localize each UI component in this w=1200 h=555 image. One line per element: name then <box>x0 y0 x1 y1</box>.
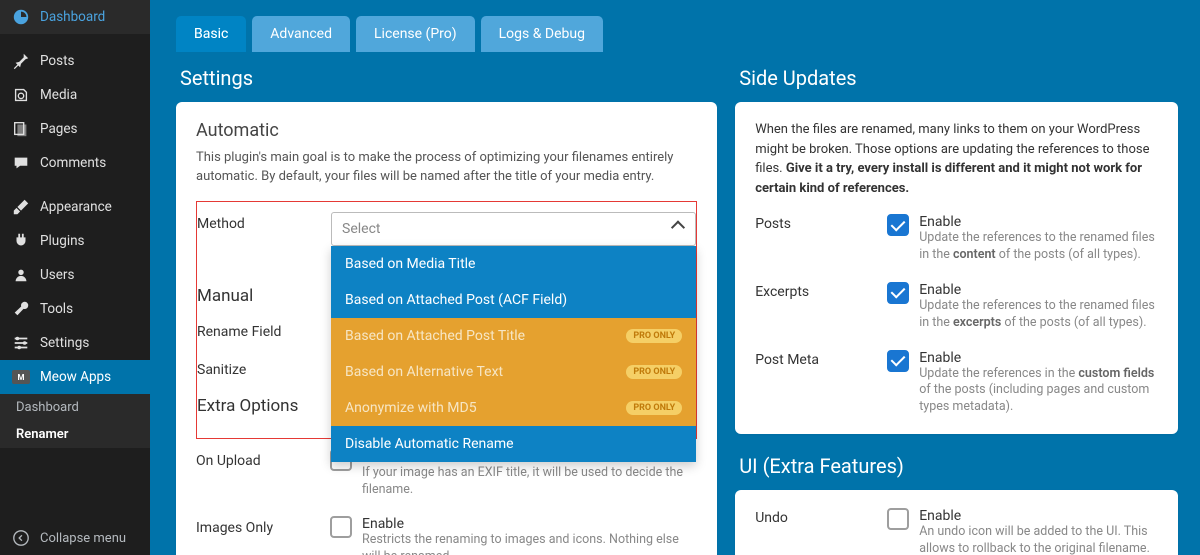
meow-icon: M <box>12 368 30 386</box>
sidebar-item-label: Meow Apps <box>40 369 111 385</box>
method-option-alt-text[interactable]: Based on Alternative TextPRO ONLY <box>331 354 696 390</box>
posts-desc: Update the references to the renamed fil… <box>919 230 1158 264</box>
sliders-icon <box>12 334 30 352</box>
sidebar-item-label: Plugins <box>40 233 85 249</box>
posts-label: Posts <box>755 214 873 264</box>
tab-bar: Basic Advanced License (Pro) Logs & Debu… <box>164 0 1190 52</box>
sidebar-item-pages[interactable]: Pages <box>0 112 150 146</box>
sidebar-item-dashboard[interactable]: Dashboard <box>0 0 150 34</box>
undo-checkbox[interactable] <box>887 508 909 530</box>
panel-settings: Automatic This plugin's main goal is to … <box>176 102 717 555</box>
postmeta-checkbox[interactable] <box>887 350 909 372</box>
user-icon <box>12 266 30 284</box>
postmeta-desc: Update the references in the custom fiel… <box>919 366 1158 417</box>
wp-admin-sidebar: Dashboard Posts Media Pages Comments App… <box>0 0 150 555</box>
collapse-label: Collapse menu <box>40 531 126 546</box>
method-highlight-box: Method Select Based on Media Title Based… <box>196 201 697 439</box>
method-select[interactable]: Select <box>331 212 696 246</box>
sidebar-item-label: Pages <box>40 121 78 137</box>
tab-license[interactable]: License (Pro) <box>356 16 475 52</box>
method-label: Method <box>197 212 317 232</box>
method-select-placeholder: Select <box>342 221 380 237</box>
on-upload-desc: If your image has an EXIF title, it will… <box>362 465 697 499</box>
wrench-icon <box>12 300 30 318</box>
sidebar-item-label: Posts <box>40 53 74 69</box>
pages-icon <box>12 120 30 138</box>
sanitize-label: Sanitize <box>197 358 317 378</box>
sidebar-item-meow-apps[interactable]: M Meow Apps <box>0 360 150 394</box>
method-dropdown: Based on Media Title Based on Attached P… <box>331 246 696 462</box>
undo-title: Enable <box>919 508 1158 524</box>
automatic-description: This plugin's main goal is to make the p… <box>196 149 697 187</box>
ui-extra-title: UI (Extra Features) <box>735 450 1178 490</box>
images-only-checkbox[interactable] <box>330 516 352 538</box>
excerpts-title: Enable <box>919 282 1158 298</box>
automatic-heading: Automatic <box>196 120 697 141</box>
submenu-item-renamer[interactable]: Renamer <box>0 421 150 448</box>
posts-title: Enable <box>919 214 1158 230</box>
side-updates-intro: When the files are renamed, many links t… <box>755 120 1158 198</box>
undo-label: Undo <box>755 508 873 555</box>
dashboard-icon <box>12 8 30 26</box>
pro-badge: PRO ONLY <box>626 401 682 415</box>
media-icon <box>12 86 30 104</box>
tab-advanced[interactable]: Advanced <box>252 16 350 52</box>
plug-icon <box>12 232 30 250</box>
sidebar-item-media[interactable]: Media <box>0 78 150 112</box>
tab-logs-debug[interactable]: Logs & Debug <box>481 16 603 52</box>
method-option-acf-field[interactable]: Based on Attached Post (ACF Field) <box>331 282 696 318</box>
collapse-icon <box>12 529 30 547</box>
side-updates-title: Side Updates <box>735 52 1178 102</box>
rename-field-label: Rename Field <box>197 320 317 340</box>
images-only-label: Images Only <box>196 516 316 536</box>
method-option-media-title[interactable]: Based on Media Title <box>331 246 696 282</box>
on-upload-label: On Upload <box>196 449 316 469</box>
excerpts-label: Excerpts <box>755 282 873 332</box>
pro-badge: PRO ONLY <box>626 329 682 343</box>
posts-checkbox[interactable] <box>887 214 909 236</box>
comment-icon <box>12 154 30 172</box>
sidebar-item-label: Media <box>40 87 77 103</box>
excerpts-desc: Update the references to the renamed fil… <box>919 298 1158 332</box>
main-content: Basic Advanced License (Pro) Logs & Debu… <box>150 0 1200 555</box>
undo-desc: An undo icon will be added to the UI. Th… <box>919 524 1158 555</box>
sidebar-item-settings[interactable]: Settings <box>0 326 150 360</box>
method-option-post-title[interactable]: Based on Attached Post TitlePRO ONLY <box>331 318 696 354</box>
pin-icon <box>12 52 30 70</box>
pro-badge: PRO ONLY <box>626 365 682 379</box>
excerpts-checkbox[interactable] <box>887 282 909 304</box>
images-only-desc: Restricts the renaming to images and ico… <box>362 532 697 555</box>
postmeta-label: Post Meta <box>755 350 873 417</box>
method-option-anonymize[interactable]: Anonymize with MD5PRO ONLY <box>331 390 696 426</box>
tab-basic[interactable]: Basic <box>176 16 246 52</box>
settings-title: Settings <box>176 52 717 102</box>
sidebar-item-label: Tools <box>40 301 73 317</box>
sidebar-item-users[interactable]: Users <box>0 258 150 292</box>
brush-icon <box>12 198 30 216</box>
sidebar-item-label: Appearance <box>40 199 112 215</box>
sidebar-item-plugins[interactable]: Plugins <box>0 224 150 258</box>
sidebar-item-tools[interactable]: Tools <box>0 292 150 326</box>
sidebar-item-label: Users <box>40 267 74 283</box>
sidebar-item-appearance[interactable]: Appearance <box>0 190 150 224</box>
images-only-title: Enable <box>362 516 697 532</box>
postmeta-title: Enable <box>919 350 1158 366</box>
panel-ui-extra: Undo Enable An undo icon will be added t… <box>735 490 1178 555</box>
method-option-disable[interactable]: Disable Automatic Rename <box>331 426 696 462</box>
sidebar-submenu: Dashboard Renamer <box>0 394 150 448</box>
sidebar-item-label: Comments <box>40 155 106 171</box>
sidebar-item-posts[interactable]: Posts <box>0 44 150 78</box>
panel-side-updates: When the files are renamed, many links t… <box>735 102 1178 434</box>
submenu-item-dashboard[interactable]: Dashboard <box>0 394 150 421</box>
sidebar-item-label: Dashboard <box>40 9 105 25</box>
sidebar-item-label: Settings <box>40 335 89 351</box>
collapse-menu-button[interactable]: Collapse menu <box>0 521 150 555</box>
sidebar-item-comments[interactable]: Comments <box>0 146 150 180</box>
